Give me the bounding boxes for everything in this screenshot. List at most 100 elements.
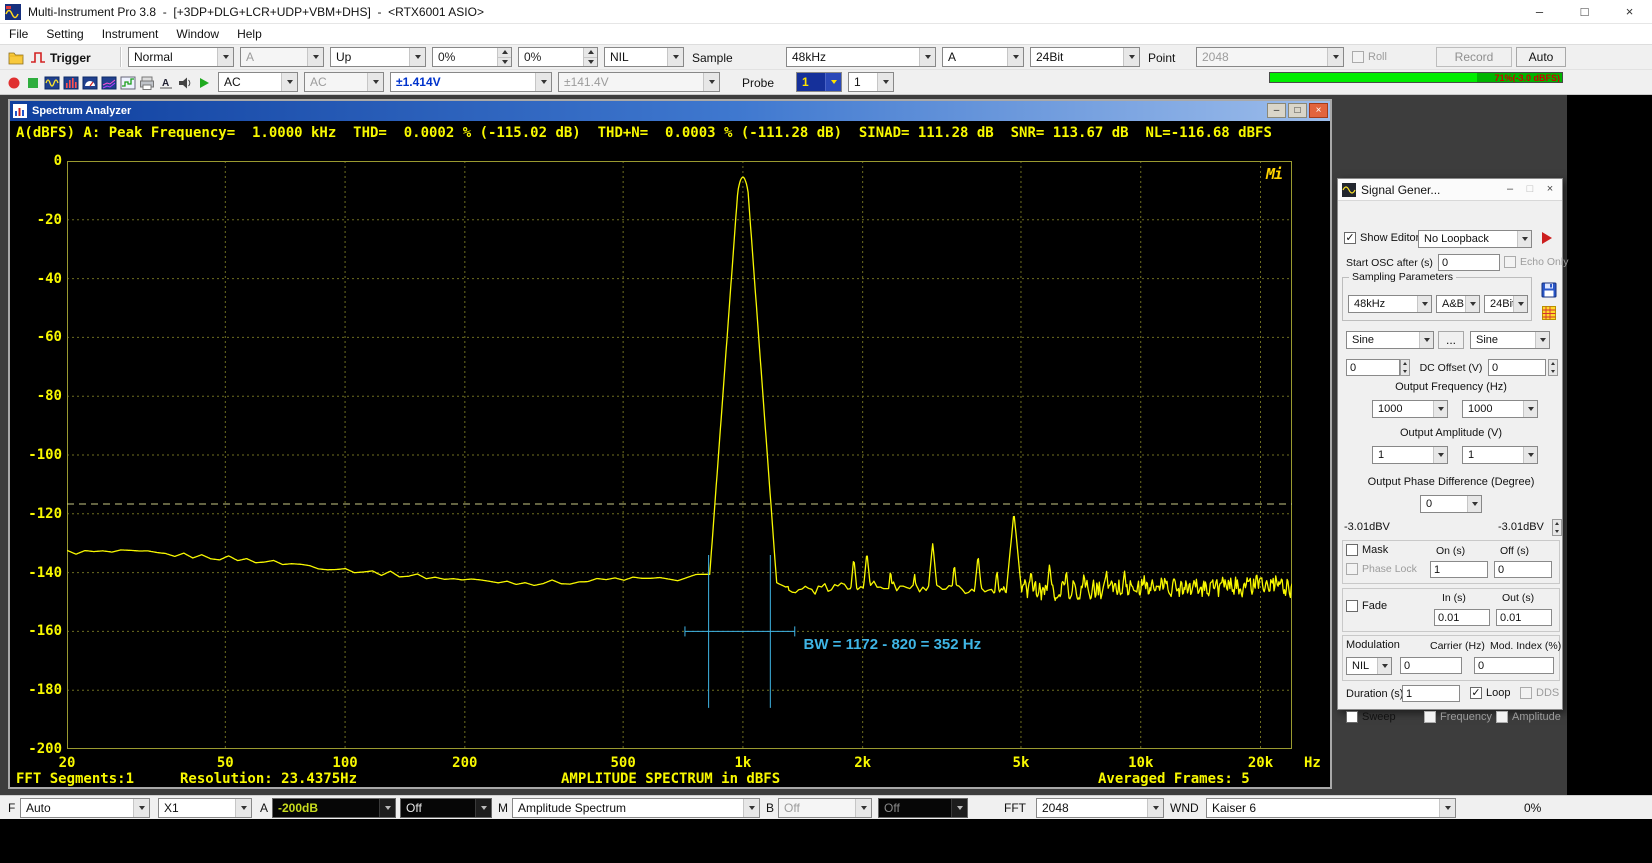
amplitude-a-select[interactable]: 1 xyxy=(1372,446,1448,464)
coupling-b-select[interactable]: AC xyxy=(304,72,384,92)
spectrum-analyzer-titlebar[interactable]: Spectrum Analyzer – □ × xyxy=(10,101,1330,121)
frequency-axis-select[interactable]: Auto xyxy=(20,798,150,818)
dc-offset-b-input[interactable]: 0 xyxy=(1488,359,1546,376)
view-mode-select[interactable]: Amplitude Spectrum xyxy=(512,798,760,818)
loopback-select[interactable]: No Loopback xyxy=(1418,230,1532,248)
frequency-a-select[interactable]: 1000 xyxy=(1372,400,1448,418)
spinner-buttons[interactable] xyxy=(497,48,511,66)
waveform-b-select[interactable]: Sine xyxy=(1470,331,1550,349)
sg-maximize-button[interactable]: □ xyxy=(1520,179,1540,200)
dc-offset-b-spinner[interactable] xyxy=(1548,359,1558,376)
auto-button[interactable]: Auto xyxy=(1516,47,1566,67)
speaker-icon[interactable] xyxy=(175,73,194,92)
dds-checkbox[interactable]: DDS xyxy=(1520,687,1559,699)
range-a-display-select[interactable]: -200dB xyxy=(272,798,396,818)
open-file-icon[interactable] xyxy=(6,48,25,67)
phase-select[interactable]: 0 xyxy=(1420,495,1482,513)
trigger-icon[interactable] xyxy=(28,48,47,67)
child-restore-button[interactable]: □ xyxy=(1288,103,1307,118)
duration-input[interactable]: 1 xyxy=(1402,685,1460,702)
sweep-frequency-checkbox[interactable]: Frequency xyxy=(1424,711,1492,723)
record-icon[interactable] xyxy=(4,73,23,92)
roll-checkbox[interactable]: Roll xyxy=(1352,51,1387,63)
mask-on-input[interactable]: 1 xyxy=(1430,561,1488,578)
sg-channels-select[interactable]: A&B xyxy=(1436,295,1480,313)
bit-resolution-select[interactable]: 24Bit xyxy=(1030,47,1140,67)
sg-minimize-button[interactable]: – xyxy=(1500,179,1520,200)
oscilloscope-icon[interactable] xyxy=(42,73,61,92)
menu-window[interactable]: Window xyxy=(167,24,228,44)
menu-help[interactable]: Help xyxy=(228,24,271,44)
sg-run-button[interactable] xyxy=(1542,232,1552,244)
spinner-buttons[interactable] xyxy=(583,48,597,66)
close-button[interactable]: × xyxy=(1607,0,1652,23)
waveform-more-button[interactable]: ... xyxy=(1438,331,1464,349)
probe-b-select[interactable]: 1 xyxy=(848,72,894,92)
child-minimize-button[interactable]: – xyxy=(1267,103,1286,118)
menu-instrument[interactable]: Instrument xyxy=(93,24,168,44)
waveform-a-select[interactable]: Sine xyxy=(1346,331,1434,349)
print-icon[interactable] xyxy=(137,73,156,92)
mask-off-input[interactable]: 0 xyxy=(1494,561,1552,578)
start-osc-input[interactable]: 0 xyxy=(1438,254,1500,271)
sampling-rate-select[interactable]: 48kHz xyxy=(786,47,936,67)
save-icon[interactable] xyxy=(1540,281,1557,298)
range-b-select[interactable]: ±141.4V xyxy=(558,72,720,92)
stop-icon[interactable] xyxy=(23,73,42,92)
multimeter-icon[interactable] xyxy=(80,73,99,92)
data-logger-icon[interactable] xyxy=(118,73,137,92)
maximize-button[interactable]: □ xyxy=(1562,0,1607,23)
fade-out-input[interactable]: 0.01 xyxy=(1496,609,1552,626)
spectrum-plot[interactable]: BW = 1172 - 820 = 352 Hz xyxy=(67,161,1292,749)
frequency-b-select[interactable]: 1000 xyxy=(1462,400,1538,418)
minimize-button[interactable]: – xyxy=(1517,0,1562,23)
coupling-a-select[interactable]: AC xyxy=(218,72,298,92)
modulation-type-select[interactable]: NIL xyxy=(1346,657,1392,675)
label-a-icon[interactable]: A xyxy=(156,73,175,92)
phase-lock-checkbox[interactable]: Phase Lock xyxy=(1346,563,1417,575)
start-osc-value: 0 xyxy=(1442,257,1448,269)
waveform-library-icon[interactable] xyxy=(1540,304,1557,321)
signal-generator-titlebar[interactable]: Signal Gener... – □ × xyxy=(1338,179,1562,201)
spectrum-analyzer-ic on[interactable] xyxy=(61,73,80,92)
dc-offset-a-spinner[interactable] xyxy=(1400,359,1410,376)
zoom-select[interactable]: X1 xyxy=(158,798,252,818)
probe-a-select[interactable]: 1 xyxy=(796,72,842,92)
carrier-input[interactable]: 0 xyxy=(1400,657,1462,674)
fade-checkbox[interactable]: Fade xyxy=(1346,600,1387,612)
mask-checkbox[interactable]: Mask xyxy=(1346,544,1388,556)
fft-size-select[interactable]: 2048 xyxy=(1036,798,1164,818)
window-function-select[interactable]: Kaiser 6 xyxy=(1206,798,1456,818)
trigger-delay-spinner[interactable]: 0% xyxy=(518,47,598,67)
spectrum-3d-plot-icon[interactable] xyxy=(99,73,118,92)
record-button[interactable]: Record xyxy=(1436,47,1512,67)
loop-checkbox[interactable]: Loop xyxy=(1470,687,1510,699)
dc-offset-a-input[interactable]: 0 xyxy=(1346,359,1400,376)
sampling-channel-select[interactable]: A xyxy=(942,47,1024,67)
echo-only-checkbox[interactable]: Echo Only xyxy=(1504,256,1568,268)
b-range-select[interactable]: Off xyxy=(778,798,872,818)
menu-setting[interactable]: Setting xyxy=(37,24,92,44)
sg-sampling-rate-select[interactable]: 48kHz xyxy=(1348,295,1432,313)
b-extra-select[interactable]: Off xyxy=(878,798,968,818)
a-extra-select[interactable]: Off xyxy=(400,798,492,818)
show-editor-checkbox[interactable]: Show Editor xyxy=(1344,232,1419,244)
range-a-select[interactable]: ±1.414V xyxy=(390,72,552,92)
sg-close-button[interactable]: × xyxy=(1540,179,1560,200)
trigger-filter-select[interactable]: NIL xyxy=(604,47,684,67)
trigger-level-spinner[interactable]: 0% xyxy=(432,47,512,67)
play-icon[interactable] xyxy=(194,73,213,92)
sweep-amplitude-checkbox[interactable]: Amplitude xyxy=(1496,711,1561,723)
record-length-select[interactable]: 2048 xyxy=(1196,47,1344,67)
sweep-checkbox[interactable]: Sweep xyxy=(1346,711,1396,723)
mod-index-input[interactable]: 0 xyxy=(1474,657,1554,674)
sg-bits-select[interactable]: 24Bit xyxy=(1484,295,1528,313)
dbv-spinner[interactable] xyxy=(1552,519,1562,536)
trigger-mode-select[interactable]: Normal xyxy=(128,47,234,67)
fade-in-input[interactable]: 0.01 xyxy=(1434,609,1490,626)
trigger-source-select[interactable]: A xyxy=(240,47,324,67)
trigger-slope-select[interactable]: Up xyxy=(330,47,426,67)
amplitude-b-select[interactable]: 1 xyxy=(1462,446,1538,464)
menu-file[interactable]: File xyxy=(0,24,37,44)
child-close-button[interactable]: × xyxy=(1309,103,1328,118)
